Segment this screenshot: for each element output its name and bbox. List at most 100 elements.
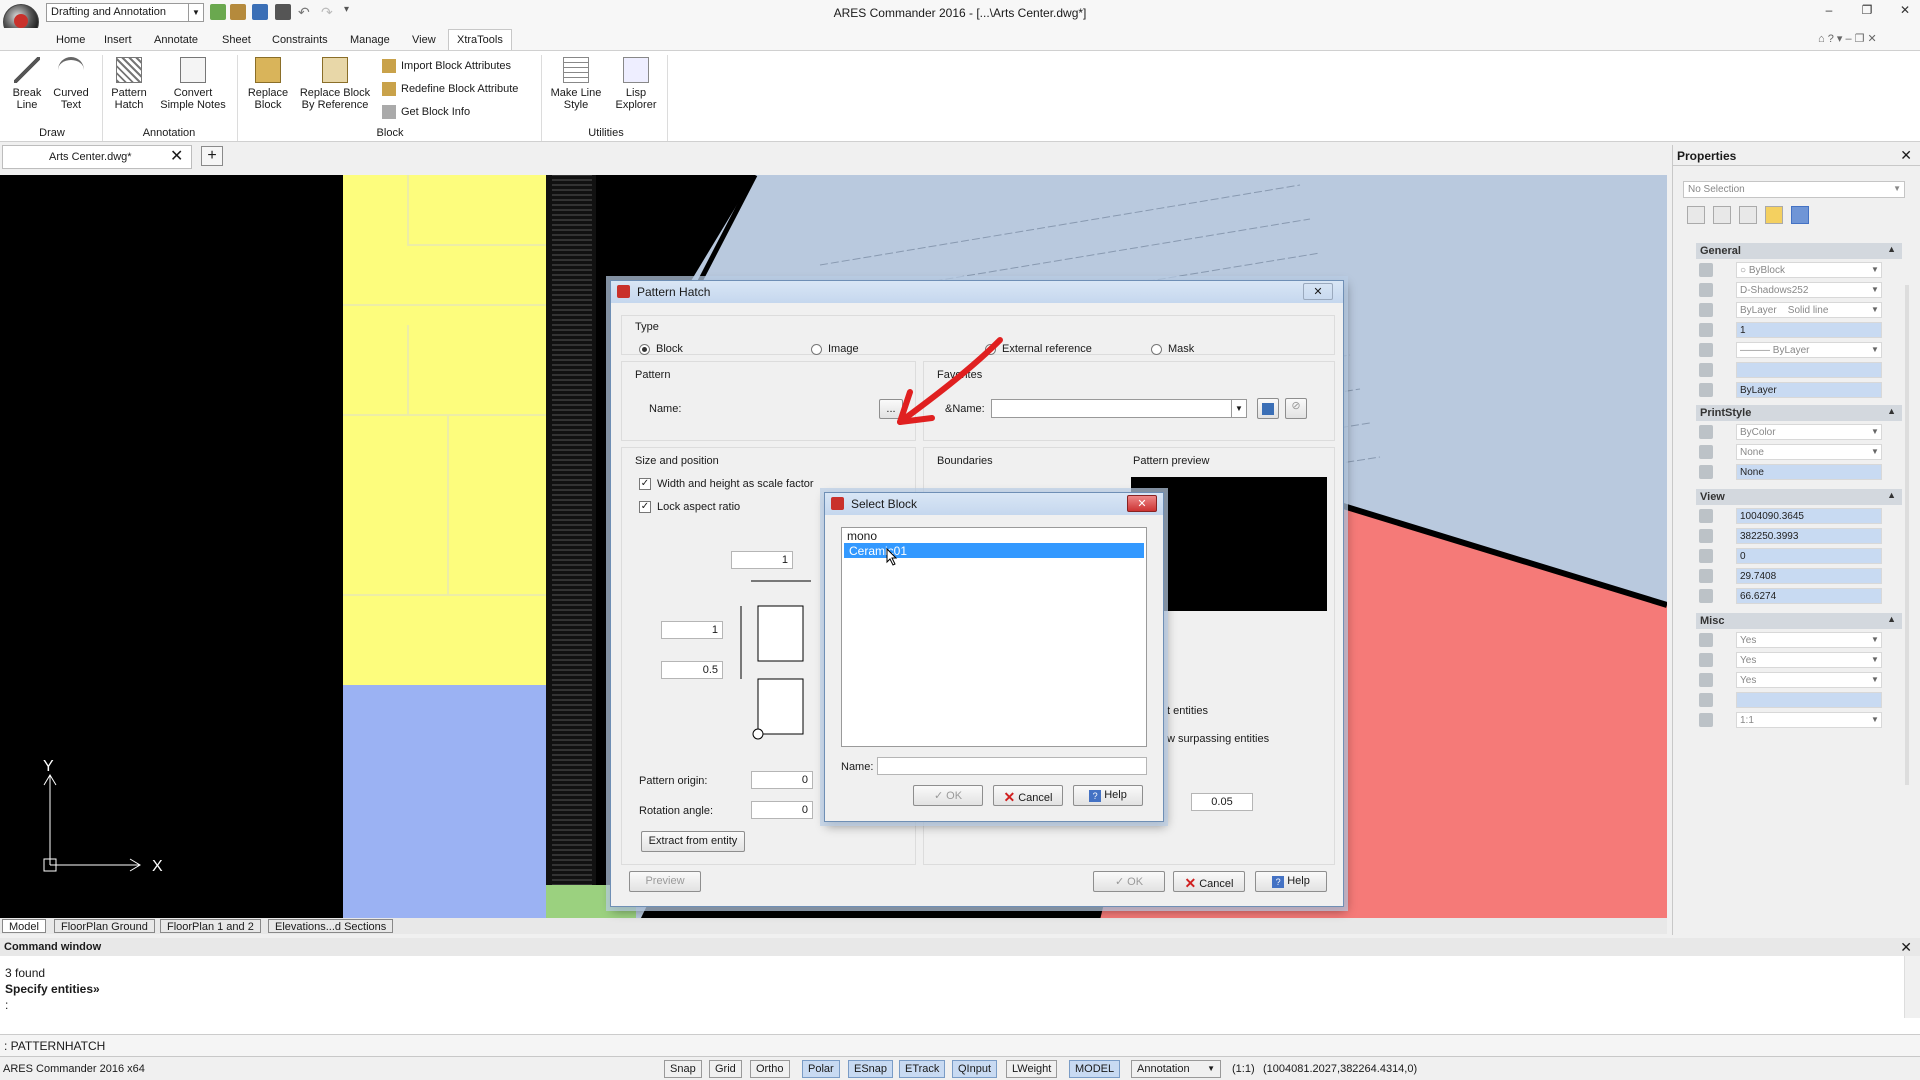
help-button[interactable]: ? Help bbox=[1255, 871, 1327, 892]
gap-field[interactable]: 0.5 bbox=[661, 661, 723, 679]
tab-constraints[interactable]: Constraints bbox=[266, 31, 334, 49]
sheet-tab-elevations[interactable]: Elevations...d Sections bbox=[268, 919, 394, 933]
prop-ucs-name[interactable] bbox=[1696, 691, 1902, 709]
prop-ucs-on[interactable]: Yes ▼ bbox=[1696, 631, 1902, 649]
extract-from-entity-button[interactable]: Extract from entity bbox=[641, 831, 745, 852]
polar-toggle[interactable]: Polar bbox=[802, 1060, 840, 1078]
sheet-tab-floorplan-1-2[interactable]: FloorPlan 1 and 2 bbox=[160, 919, 261, 933]
selection-select[interactable]: No Selection ▼ bbox=[1683, 181, 1905, 198]
type-block-radio[interactable]: Block bbox=[639, 343, 683, 355]
etrack-toggle[interactable]: ETrack bbox=[899, 1060, 946, 1078]
close-icon[interactable]: ✕ bbox=[1127, 495, 1157, 512]
chevron-down-icon[interactable]: ▼ bbox=[1893, 184, 1901, 193]
block-name-input[interactable] bbox=[877, 757, 1147, 775]
delete-favorite-button[interactable]: ⊘ bbox=[1285, 398, 1307, 419]
section-misc[interactable]: Misc ▲ bbox=[1696, 613, 1902, 629]
model-toggle[interactable]: MODEL bbox=[1069, 1060, 1121, 1078]
prop-ucs-per-viewport[interactable]: Yes ▼ bbox=[1696, 671, 1902, 689]
new-icon[interactable] bbox=[210, 4, 226, 20]
favorite-name-select[interactable]: ▼ bbox=[991, 399, 1247, 418]
prop-transparency[interactable] bbox=[1696, 361, 1902, 379]
filter-icon[interactable] bbox=[1739, 206, 1757, 224]
annotation-scale-select[interactable]: Annotation ▼ bbox=[1131, 1060, 1221, 1078]
new-tab-button[interactable]: + bbox=[201, 146, 223, 166]
select-block-ok-button[interactable]: ✓ OK bbox=[913, 785, 983, 806]
select-block-cancel-button[interactable]: ✕ Cancel bbox=[993, 785, 1063, 806]
prop-plotstyle[interactable]: ByLayer bbox=[1696, 381, 1902, 399]
curved-text-button[interactable]: Curved Text bbox=[50, 57, 92, 111]
prop-center-z[interactable]: 0 bbox=[1696, 547, 1902, 565]
pattern-hatch-button[interactable]: Pattern Hatch bbox=[106, 57, 152, 111]
type-mask-radio[interactable]: Mask bbox=[1151, 343, 1194, 355]
prop-printstyle[interactable]: ByColor ▼ bbox=[1696, 423, 1902, 441]
lisp-explorer-button[interactable]: Lisp Explorer bbox=[608, 57, 664, 111]
tab-view[interactable]: View bbox=[406, 31, 442, 49]
close-icon[interactable]: ✕ bbox=[1900, 147, 1912, 164]
prop-width[interactable]: 66.6274 bbox=[1696, 587, 1902, 605]
tab-xtratools[interactable]: XtraTools bbox=[448, 29, 512, 50]
lweight-toggle[interactable]: LWeight bbox=[1006, 1060, 1058, 1078]
lightbulb-icon[interactable] bbox=[1765, 206, 1783, 224]
help-icon[interactable] bbox=[1791, 206, 1809, 224]
replace-block-by-reference-button[interactable]: Replace Block By Reference bbox=[296, 57, 374, 111]
command-scrollbar[interactable] bbox=[1904, 956, 1920, 1018]
prop-linescale[interactable]: 1 bbox=[1696, 321, 1902, 339]
redo-icon[interactable]: ↷ bbox=[321, 4, 337, 20]
prop-height[interactable]: 29.7408 bbox=[1696, 567, 1902, 585]
save-icon[interactable] bbox=[252, 4, 268, 20]
select-all-icon[interactable] bbox=[1687, 206, 1705, 224]
print-icon[interactable] bbox=[275, 4, 291, 20]
prop-printstyle-table[interactable]: None ▼ bbox=[1696, 443, 1902, 461]
lock-aspect-checkbox[interactable]: ✓ Lock aspect ratio bbox=[639, 501, 740, 514]
ok-button[interactable]: ✓ OK bbox=[1093, 871, 1165, 892]
width-field[interactable]: 1 bbox=[731, 551, 793, 569]
chevron-down-icon[interactable]: ▼ bbox=[1231, 400, 1246, 417]
command-input[interactable]: : PATTERNHATCH bbox=[0, 1034, 1920, 1056]
grid-toggle[interactable]: Grid bbox=[709, 1060, 742, 1078]
pattern-origin-field[interactable]: 0 bbox=[751, 771, 813, 789]
scale-factor-checkbox[interactable]: ✓ Width and height as scale factor bbox=[639, 478, 814, 491]
close-icon[interactable]: ✕ bbox=[170, 146, 183, 166]
sheet-tab-model[interactable]: Model bbox=[2, 919, 46, 933]
tab-sheet[interactable]: Sheet bbox=[216, 31, 257, 49]
prop-center-y[interactable]: 382250.3993 bbox=[1696, 527, 1902, 545]
close-icon[interactable]: ✕ bbox=[1900, 939, 1912, 956]
customize-icon[interactable]: ▾ bbox=[344, 4, 360, 20]
undo-icon[interactable]: ↶ bbox=[298, 4, 314, 20]
open-icon[interactable] bbox=[230, 4, 246, 20]
prop-lineweight[interactable]: ——— ByLayer ▼ bbox=[1696, 341, 1902, 359]
tab-insert[interactable]: Insert bbox=[98, 31, 138, 49]
prop-linestyle[interactable]: ByLayer Solid line ▼ bbox=[1696, 301, 1902, 319]
ortho-toggle[interactable]: Ortho bbox=[750, 1060, 790, 1078]
pick-icon[interactable] bbox=[1713, 206, 1731, 224]
tab-home[interactable]: Home bbox=[50, 31, 91, 49]
select-block-help-button[interactable]: ? Help bbox=[1073, 785, 1143, 806]
chevron-down-icon[interactable]: ▼ bbox=[188, 4, 203, 21]
break-line-button[interactable]: Break Line bbox=[6, 57, 48, 111]
make-line-style-button[interactable]: Make Line Style bbox=[548, 57, 604, 111]
sheet-tab-floorplan-ground[interactable]: FloorPlan Ground bbox=[54, 919, 155, 933]
close-icon[interactable]: ✕ bbox=[1894, 3, 1916, 19]
prop-ucs-origin[interactable]: Yes ▼ bbox=[1696, 651, 1902, 669]
section-general[interactable]: General ▲ bbox=[1696, 243, 1902, 259]
workspace-select[interactable]: Drafting and Annotation ▼ bbox=[46, 3, 204, 22]
replace-block-button[interactable]: Replace Block bbox=[243, 57, 293, 111]
height-field[interactable]: 1 bbox=[661, 621, 723, 639]
preview-button[interactable]: Preview bbox=[629, 871, 701, 892]
prop-printstyle-attached[interactable]: None bbox=[1696, 463, 1902, 481]
convert-simple-notes-button[interactable]: Convert Simple Notes bbox=[156, 57, 230, 111]
cancel-button[interactable]: ✕ Cancel bbox=[1173, 871, 1245, 892]
esnap-toggle[interactable]: ESnap bbox=[848, 1060, 894, 1078]
help-icon[interactable]: ⌂ ? ▾ – ❐ ✕ bbox=[1818, 32, 1877, 45]
tab-annotate[interactable]: Annotate bbox=[148, 31, 204, 49]
section-view[interactable]: View ▲ bbox=[1696, 489, 1902, 505]
redefine-block-attribute-button[interactable]: Redefine Block Attribute bbox=[382, 82, 518, 96]
prop-annotation-scale[interactable]: 1:1 ▼ bbox=[1696, 711, 1902, 729]
save-favorite-button[interactable] bbox=[1257, 398, 1279, 419]
properties-scrollbar[interactable] bbox=[1905, 285, 1909, 785]
prop-color[interactable]: ○ ByBlock ▼ bbox=[1696, 261, 1902, 279]
snap-toggle[interactable]: Snap bbox=[664, 1060, 702, 1078]
get-block-info-button[interactable]: Get Block Info bbox=[382, 105, 470, 119]
minimize-icon[interactable]: – bbox=[1818, 3, 1840, 19]
gap-tolerance-field[interactable]: 0.05 bbox=[1191, 793, 1253, 811]
